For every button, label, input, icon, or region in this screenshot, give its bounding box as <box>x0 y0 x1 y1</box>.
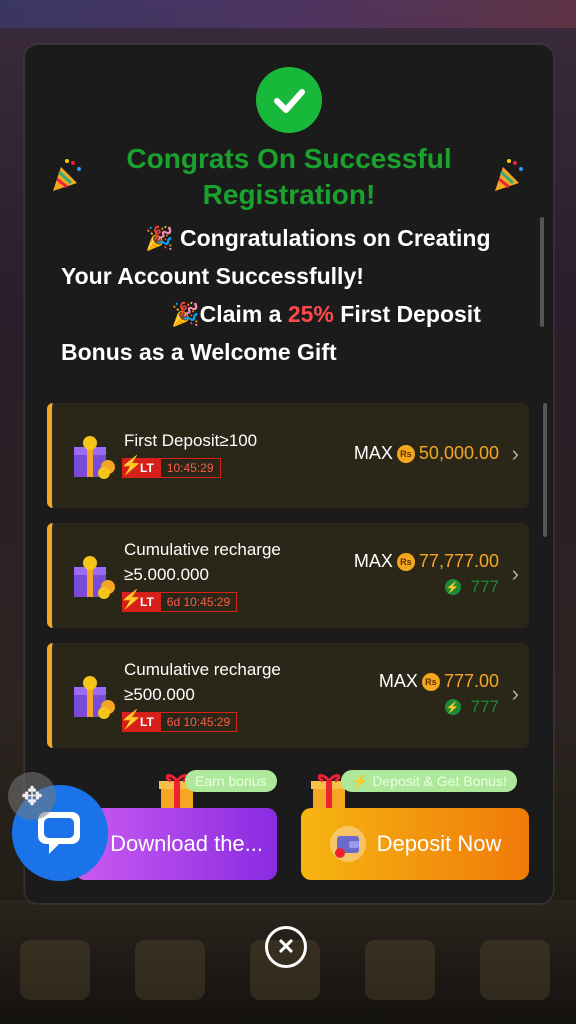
card-title: Cumulative recharge ≥5.000.000 <box>124 540 281 584</box>
gift-icon <box>74 676 115 719</box>
welcome-message: 🎉 Congratulations on Creating Your Accou… <box>61 219 511 371</box>
message-scrollbar[interactable] <box>540 217 544 327</box>
bonus-percent: 25% <box>287 301 334 327</box>
close-icon[interactable]: ✕ <box>265 926 307 968</box>
lightning-icon: ⚡ <box>120 589 143 609</box>
lightning-icon: ⚡ <box>120 709 143 729</box>
timer-tag: ⚡ LT 6d 10:45:29 <box>120 589 238 613</box>
deposit-bonus-badge: ⚡ Deposit & Get Bonus! <box>341 770 517 792</box>
deposit-now-label: Deposit Now <box>376 831 502 856</box>
party-popper-icon <box>53 159 81 191</box>
max-reward: MAX Rs 50,000.00 <box>353 443 499 463</box>
rupee-coin-icon: Rs <box>396 444 415 463</box>
lightning-icon: ⚡ <box>444 579 461 595</box>
deposit-now-button[interactable]: Deposit Now <box>301 808 529 880</box>
rupee-coin-icon: Rs <box>421 672 440 691</box>
wallet-icon <box>329 826 366 862</box>
registration-success-modal: Congrats On Successful Registration! 🎉 C… <box>24 44 554 904</box>
lightning-icon: ⚡ <box>444 699 461 715</box>
move-icon[interactable]: ✥ <box>8 772 56 820</box>
max-reward: MAX Rs 77,777.00 <box>353 551 499 571</box>
gift-icon <box>74 556 115 599</box>
bonus-reward: ⚡ 777 <box>444 577 499 596</box>
lightning-icon: ⚡ <box>120 455 143 475</box>
countdown-timer: 6d 10:45:29 <box>159 712 238 732</box>
timer-tag: ⚡ LT 6d 10:45:29 <box>120 709 238 733</box>
chevron-right-icon[interactable]: › <box>512 441 519 467</box>
chevron-right-icon[interactable]: › <box>512 681 519 707</box>
background-top-bar <box>0 0 576 28</box>
countdown-timer: 6d 10:45:29 <box>159 592 238 612</box>
bonus-card[interactable]: First Deposit≥100 ⚡ LT 10:45:29 MAX Rs 50… <box>47 403 529 508</box>
bonus-card[interactable]: Cumulative recharge ≥5.000.000 ⚡ LT 6d 10… <box>47 523 529 628</box>
welcome-line-2: 🎉Claim a 25% First Deposit Bonus as a We… <box>61 301 481 365</box>
max-reward: MAX Rs 777.00 <box>378 671 499 691</box>
timer-tag: ⚡ LT 10:45:29 <box>120 455 221 479</box>
rupee-coin-icon: Rs <box>396 552 415 571</box>
check-icon <box>256 67 322 133</box>
bonus-card[interactable]: Cumulative recharge ≥500.000 ⚡ LT 6d 10:4… <box>47 643 529 748</box>
card-title: Cumulative recharge ≥500.000 <box>124 660 281 704</box>
gift-icon <box>74 436 115 479</box>
welcome-line-1: 🎉 Congratulations on Creating Your Accou… <box>61 225 491 289</box>
party-popper-icon <box>495 159 523 191</box>
card-title: First Deposit≥100 <box>124 431 258 450</box>
earn-bonus-badge: Earn bonus <box>185 770 277 792</box>
countdown-timer: 10:45:29 <box>159 458 221 478</box>
modal-title: Congrats On Successful Registration! <box>126 143 452 210</box>
bonus-reward: ⚡ 777 <box>444 697 499 716</box>
cards-scrollbar[interactable] <box>543 403 547 537</box>
chevron-right-icon[interactable]: › <box>512 561 519 587</box>
